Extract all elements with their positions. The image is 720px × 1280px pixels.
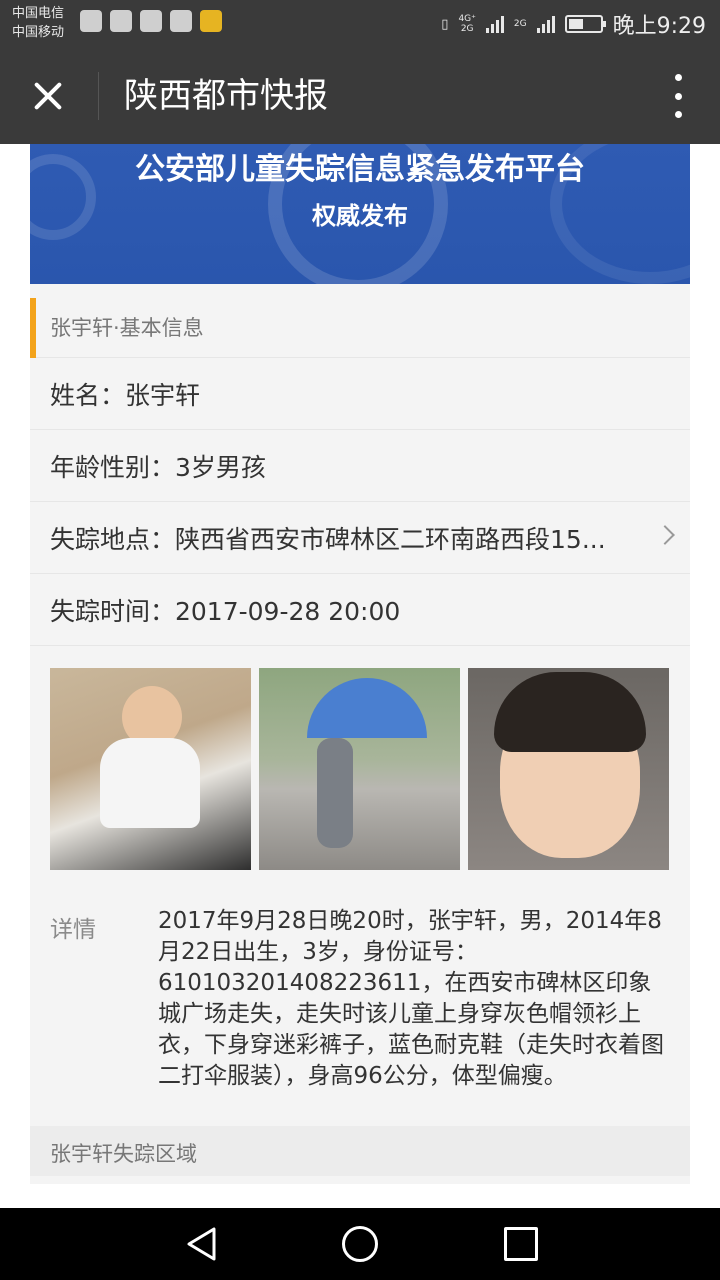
net-type-1b-label: 2G (460, 24, 474, 34)
info-row-text: 失踪地点：陕西省西安市碑林区二环南路西段15... (50, 525, 606, 554)
title-bar: 陕西都市快报 (0, 48, 720, 144)
child-photo-2[interactable] (259, 668, 460, 870)
banner-subtitle: 权威发布 (312, 202, 408, 230)
info-row-location[interactable]: 失踪地点：陕西省西安市碑林区二环南路西段15... (30, 502, 690, 574)
info-row-name: 姓名：张宇轩 (30, 358, 690, 430)
basic-info-header: 张宇轩·基本信息 (30, 296, 690, 358)
info-row-text: 失踪时间：2017-09-28 20:00 (50, 597, 401, 626)
info-row-time: 失踪时间：2017-09-28 20:00 (30, 574, 690, 646)
battery-fill (568, 19, 583, 29)
page-title: 陕西都市快报 (124, 76, 328, 116)
platform-banner: 公安部儿童失踪信息紧急发布平台 权威发布 (30, 144, 690, 284)
photo-2-umbrella (307, 678, 427, 738)
info-row-text: 年龄性别：3岁男孩 (50, 453, 266, 482)
title-divider (98, 72, 99, 120)
photo-gallery (50, 668, 670, 870)
cup-icon (170, 10, 192, 32)
accent-bar (30, 298, 36, 358)
article-content[interactable]: 公安部儿童失踪信息紧急发布平台 权威发布 张宇轩·基本信息 姓名：张宇轩 年龄性… (0, 144, 720, 1208)
child-photo-1[interactable] (50, 668, 251, 870)
missing-region-label: 张宇轩失踪区域 (50, 1142, 197, 1166)
vibrate-icon: ▯ (441, 16, 449, 32)
info-row-age-gender: 年龄性别：3岁男孩 (30, 430, 690, 502)
detail-text: 2017年9月28日晚20时，张宇轩，男，2014年8月22日出生，3岁，身份证… (158, 908, 664, 1089)
child-photo-3[interactable] (468, 668, 669, 870)
signal-1-icon (485, 15, 504, 33)
network-type-1: 4G⁺ 2G (458, 14, 475, 34)
signal-2-icon (536, 15, 555, 33)
basic-info-label: 张宇轩·基本信息 (50, 316, 204, 340)
battery-icon (564, 15, 606, 33)
photo-1-shirt (100, 738, 200, 828)
missing-child-card: 公安部儿童失踪信息紧急发布平台 权威发布 张宇轩·基本信息 姓名：张宇轩 年龄性… (30, 144, 690, 1184)
clock: 晚上9:29 (612, 14, 706, 39)
system-indicators: ▯ 4G⁺ 2G 2G 晚上9:29 (441, 8, 706, 40)
network-type-2: 2G (513, 19, 527, 29)
detail-label: 详情 (50, 917, 96, 943)
info-row-text: 姓名：张宇轩 (50, 381, 201, 410)
banner-title: 公安部儿童失踪信息紧急发布平台 (135, 152, 585, 187)
chevron-right-icon (655, 525, 675, 545)
mail-icon (140, 10, 162, 32)
carrier-1: 中国电信 (12, 6, 65, 21)
net-type-1-label: 4G⁺ (458, 14, 476, 24)
carrier-labels: 中国电信 中国移动 (12, 4, 64, 42)
back-triangle-icon[interactable] (184, 1226, 220, 1262)
app-notification-icon (200, 10, 222, 32)
missing-region-header: 张宇轩失踪区域 (30, 1126, 690, 1176)
notification-icons (80, 10, 222, 32)
close-icon[interactable] (22, 70, 74, 122)
system-nav-bar (0, 1208, 720, 1280)
home-circle-icon[interactable] (342, 1226, 378, 1262)
photo-2-child (317, 738, 353, 848)
carrier-2: 中国移动 (12, 25, 65, 40)
status-bar: 中国电信 中国移动 ▯ 4G⁺ 2G 2G 晚上9:29 (0, 0, 720, 48)
wechat-icon (110, 10, 132, 32)
heart-rate-icon (80, 10, 102, 32)
photo-3-hair (494, 672, 646, 752)
more-vertical-icon[interactable] (666, 74, 690, 118)
recent-square-icon[interactable] (504, 1227, 538, 1261)
